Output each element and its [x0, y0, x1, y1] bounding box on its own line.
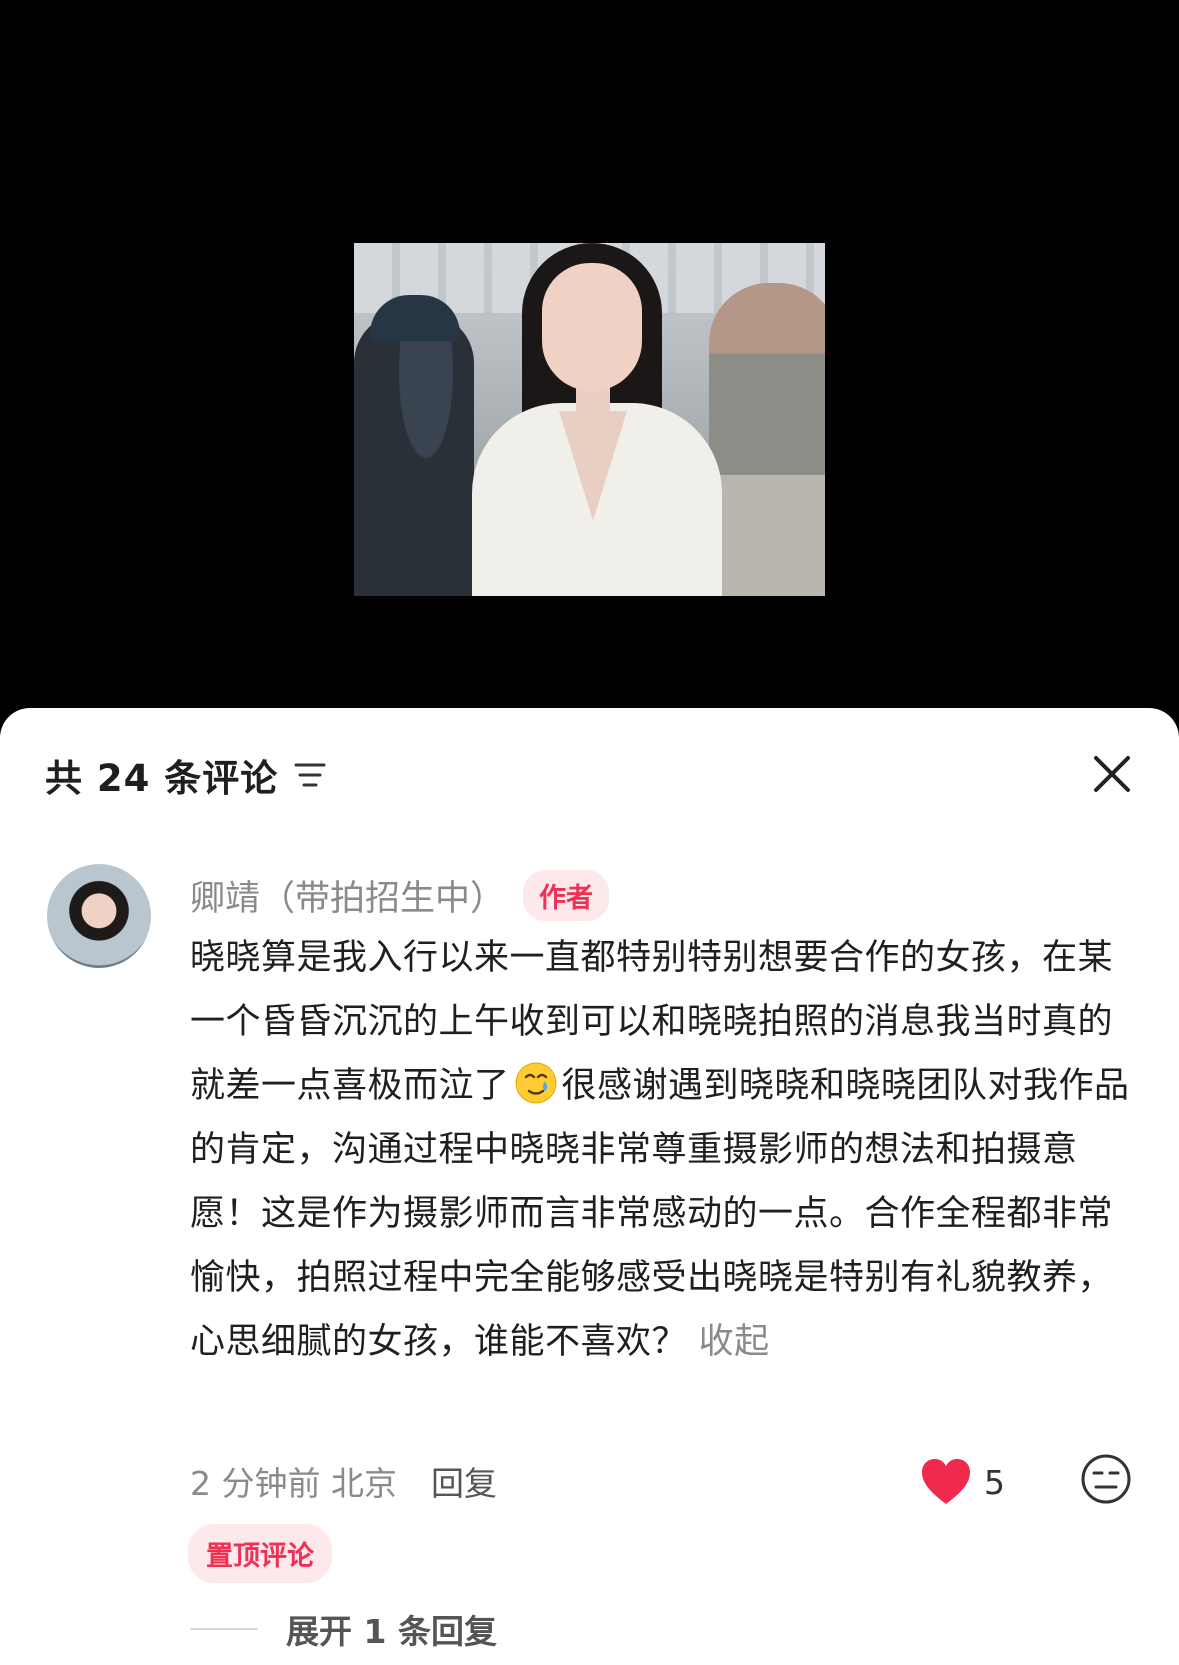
comment-body[interactable]: 晓晓算是我入行以来一直都特别特别想要合作的女孩，在某一个昏昏沉沉的上午收到可以和… — [190, 926, 1130, 1374]
reply-button[interactable]: 回复 — [431, 1457, 497, 1505]
comment-count: 共 24 条评论 — [45, 757, 279, 800]
filter-lines-icon[interactable] — [294, 759, 326, 791]
photo-bystander-right — [709, 283, 825, 596]
heart-icon — [922, 1459, 970, 1504]
neutral-face-icon[interactable] — [1080, 1453, 1132, 1505]
expand-replies-button[interactable]: 展开 1 条回复 — [190, 1604, 497, 1654]
comment-author-row: 卿靖（带拍招生中） 作者 — [190, 868, 610, 922]
pinned-comment-tag: 置顶评论 — [188, 1524, 332, 1583]
photo-subject-collar — [559, 411, 627, 521]
expand-divider — [190, 1628, 258, 1630]
comment-sheet: 共 24 条评论 卿靖（带拍招生中） 作者 晓晓算是我入行以来一直都特别特别想要… — [0, 708, 1179, 1665]
author-name[interactable]: 卿靖（带拍招生中） — [190, 870, 505, 921]
photo-subject-face — [542, 263, 642, 391]
comment-sheet-header: 共 24 条评论 — [45, 750, 326, 800]
like-button[interactable]: 5 — [920, 1456, 1005, 1508]
tear-smile-emoji-icon — [514, 1061, 558, 1105]
like-count: 5 — [984, 1462, 1005, 1502]
expand-replies-label: 展开 1 条回复 — [286, 1612, 497, 1651]
photo-bystander-left — [354, 313, 474, 596]
media-viewer — [0, 0, 1179, 708]
comment-time-location: 2 分钟前 北京 — [190, 1464, 397, 1503]
author-badge: 作者 — [523, 869, 610, 921]
avatar[interactable] — [47, 864, 151, 968]
comment-text-part2: 很感谢遇到晓晓和晓晓团队对我作品的肯定，沟通过程中晓晓非常尊重摄影师的想法和拍摄… — [190, 1066, 1130, 1362]
close-icon[interactable] — [1090, 752, 1134, 796]
comment-meta: 2 分钟前 北京 回复 — [190, 1456, 497, 1506]
post-photo[interactable] — [354, 243, 825, 596]
collapse-link[interactable]: 收起 — [699, 1322, 770, 1362]
